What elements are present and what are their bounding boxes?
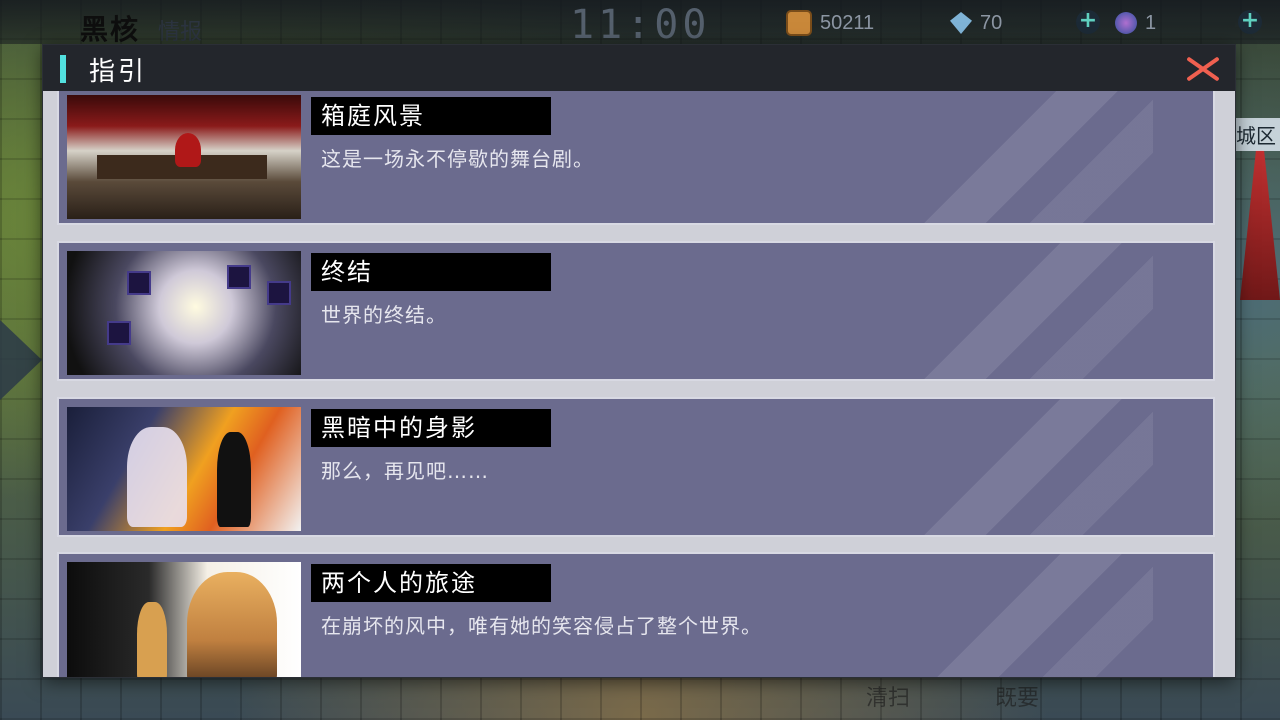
dialog-header: 指引 bbox=[43, 45, 1235, 91]
thumb-figure bbox=[137, 602, 167, 677]
tower-landmark bbox=[1240, 150, 1280, 300]
game-logo: 黑核 bbox=[80, 13, 141, 46]
guide-card-desc: 那么，再见吧…… bbox=[321, 459, 489, 483]
top-hud: 黑核 情报 11:00 50211 70 + 1 + bbox=[0, 0, 1280, 48]
guide-thumbnail-2 bbox=[67, 251, 301, 375]
thumb-figure bbox=[175, 133, 201, 167]
coin-value: 50211 bbox=[820, 11, 875, 34]
guide-card-title: 两个人的旅途 bbox=[311, 564, 551, 602]
bottom-label-left: 清扫 bbox=[866, 686, 911, 711]
guide-card-title: 黑暗中的身影 bbox=[311, 409, 551, 447]
thumb-cube bbox=[107, 321, 131, 345]
thumb-figure bbox=[127, 427, 187, 527]
guide-card-desc: 在崩坏的风中，唯有她的笑容侵占了整个世界。 bbox=[321, 614, 762, 638]
dialog-title: 指引 bbox=[89, 57, 148, 87]
thumb-cube bbox=[267, 281, 291, 305]
guide-card-desc: 这是一场永不停歇的舞台剧。 bbox=[321, 147, 594, 171]
resource-diamond: 70 bbox=[950, 10, 1002, 36]
guide-dialog: 指引 箱庭风景 这是一场永不停歇的舞台剧。 终结 世界的终结。 黑暗中的身影 那… bbox=[43, 45, 1235, 677]
title-accent-bar bbox=[60, 55, 66, 83]
guide-card-desc: 世界的终结。 bbox=[321, 303, 447, 327]
add-orb-button[interactable]: + bbox=[1238, 10, 1262, 34]
thumb-figure bbox=[187, 572, 277, 677]
coin-icon bbox=[786, 10, 812, 36]
guide-card-title: 终结 bbox=[311, 253, 551, 291]
guide-thumbnail-3 bbox=[67, 407, 301, 531]
guide-card-1[interactable]: 箱庭风景 这是一场永不停歇的舞台剧。 bbox=[57, 91, 1215, 225]
thumb-cube bbox=[227, 265, 251, 289]
clock-display: 11:00 bbox=[570, 2, 711, 48]
guide-card-title: 箱庭风景 bbox=[311, 97, 551, 135]
guide-card-2[interactable]: 终结 世界的终结。 bbox=[57, 241, 1215, 381]
guide-card-4[interactable]: 两个人的旅途 在崩坏的风中，唯有她的笑容侵占了整个世界。 bbox=[57, 552, 1215, 677]
diamond-value: 70 bbox=[980, 11, 1003, 34]
thumb-figure bbox=[217, 432, 251, 527]
guide-card-3[interactable]: 黑暗中的身影 那么，再见吧…… bbox=[57, 397, 1215, 537]
orb-value: 1 bbox=[1145, 11, 1157, 34]
close-icon[interactable] bbox=[1187, 53, 1219, 85]
guide-thumbnail-4 bbox=[67, 562, 301, 677]
add-diamond-button[interactable]: + bbox=[1076, 10, 1100, 34]
bottom-label-right: 既要 bbox=[995, 686, 1040, 711]
logo-subtitle: 情报 bbox=[158, 20, 203, 45]
diamond-icon bbox=[950, 12, 972, 34]
resource-orb: 1 bbox=[1115, 10, 1156, 36]
guide-thumbnail-1 bbox=[67, 95, 301, 219]
left-nav-arrow-icon[interactable] bbox=[0, 320, 42, 400]
thumb-cube bbox=[127, 271, 151, 295]
orb-icon bbox=[1115, 12, 1137, 34]
guide-list[interactable]: 箱庭风景 这是一场永不停歇的舞台剧。 终结 世界的终结。 黑暗中的身影 那么，再… bbox=[43, 91, 1235, 677]
resource-coin: 50211 bbox=[786, 10, 874, 36]
